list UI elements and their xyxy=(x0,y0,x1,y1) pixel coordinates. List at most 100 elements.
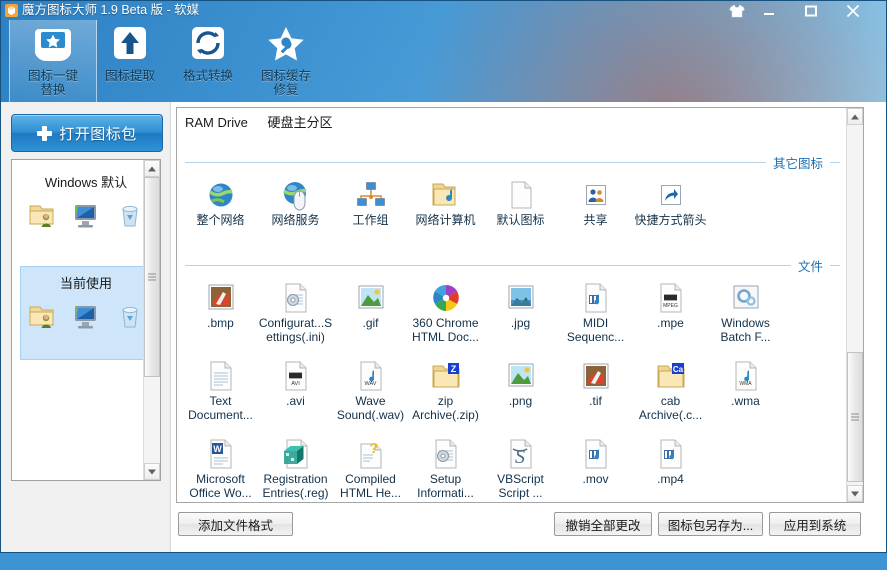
main-toolbar: 图标一键 替换 图标提取 格式转换 图标缓存 修复 xyxy=(1,20,886,102)
globe-icon xyxy=(183,177,258,213)
icon-cell-avi[interactable]: AVI .avi xyxy=(258,358,333,408)
section-files: 文件 .bmp Configurat...Settings(.ini) .gif… xyxy=(177,256,846,500)
icon-caption: .jpg xyxy=(510,316,531,330)
icon-cell-jpg[interactable]: .jpg xyxy=(483,280,558,330)
avi-file-icon: AVI xyxy=(258,358,333,394)
icon-cell-wav[interactable]: WAV Wave Sound(.wav) xyxy=(333,358,408,422)
toolbar-item-icon-cache-repair[interactable]: 图标缓存 修复 xyxy=(243,20,329,102)
list-item[interactable]: Windows 默认 xyxy=(20,166,152,244)
tshirt-icon[interactable] xyxy=(724,1,750,20)
icon-cell-vbs[interactable]: S VBScript Script ... xyxy=(483,436,558,500)
window-top-banner: 魔方图标大师 1.9 Beta 版 - 软媒 图标一键 替换 图标提取 格式转换… xyxy=(1,1,886,102)
icon-cell-network-service[interactable]: 网络服务 xyxy=(258,177,333,227)
undo-all-changes-button[interactable]: 撤销全部更改 xyxy=(554,512,652,536)
sidebar-scrollbar[interactable] xyxy=(143,160,160,480)
icon-caption: 网络服务 xyxy=(271,213,320,227)
scroll-up-arrow[interactable] xyxy=(847,108,863,125)
icon-caption: 网络计算机 xyxy=(415,213,476,227)
toolbar-item-label2: 替换 xyxy=(40,83,66,97)
icon-cell-entire-network[interactable]: 整个网络 xyxy=(183,177,258,227)
icon-cell-default-icon[interactable]: 默认图标 xyxy=(483,177,558,227)
icon-cell-mov[interactable]: .mov xyxy=(558,436,633,486)
icon-caption: .gif xyxy=(362,316,379,330)
toolbar-item-icon-replace[interactable]: 图标一键 替换 xyxy=(9,20,97,102)
icon-cell-shortcut-arrow[interactable]: 快捷方式箭头 xyxy=(633,177,708,227)
network-folder-icon xyxy=(408,177,483,213)
icon-caption: Wave Sound(.wav) xyxy=(336,394,405,422)
icon-cell-zip[interactable]: Z zip Archive(.zip) xyxy=(408,358,483,422)
svg-text:Z: Z xyxy=(450,364,456,374)
section-header: 文件 xyxy=(185,256,840,275)
scroll-down-arrow[interactable] xyxy=(144,463,160,480)
icon-cell-ini[interactable]: Configurat...Settings(.ini) xyxy=(258,280,333,344)
application-window: 魔方图标大师 1.9 Beta 版 - 软媒 图标一键 替换 图标提取 格式转换… xyxy=(0,0,887,553)
save-icon-pack-as-button[interactable]: 图标包另存为... xyxy=(658,512,763,536)
close-icon[interactable] xyxy=(840,1,866,20)
icon-cell-doc[interactable]: W Microsoft Office Wo... xyxy=(183,436,258,500)
open-icon-pack-button[interactable]: 打开图标包 xyxy=(11,114,163,152)
icon-caption: 共享 xyxy=(583,213,608,227)
icon-cell-mpe[interactable]: MPEG .mpe xyxy=(633,280,708,330)
inf-file-icon xyxy=(408,436,483,472)
chrome-pinwheel-icon xyxy=(408,280,483,316)
toolbar-item-format-convert[interactable]: 格式转换 xyxy=(165,20,251,102)
scroll-up-arrow[interactable] xyxy=(144,160,160,177)
icon-cell-share[interactable]: 共享 xyxy=(558,177,633,227)
toolbar-item-icon-extract[interactable]: 图标提取 xyxy=(87,20,173,102)
add-file-format-button[interactable]: 添加文件格式 xyxy=(178,512,293,536)
icon-cell-txt[interactable]: Text Document... xyxy=(183,358,258,422)
svg-text:?: ? xyxy=(369,440,378,457)
jpg-file-icon xyxy=(483,280,558,316)
icon-caption: Microsoft Office Wo... xyxy=(189,472,252,500)
scroll-down-arrow[interactable] xyxy=(847,485,863,502)
icon-cell-reg[interactable]: Registration Entries(.reg) xyxy=(258,436,333,500)
icon-cell-chm[interactable]: ? Compiled HTML He... xyxy=(333,436,408,500)
maximize-icon[interactable] xyxy=(798,1,824,20)
icon-cell-bmp[interactable]: .bmp xyxy=(183,280,258,330)
wav-file-icon: WAV xyxy=(333,358,408,394)
mp4-file-icon xyxy=(633,436,708,472)
workgroup-icon xyxy=(333,177,408,213)
content-scrollbar[interactable] xyxy=(846,108,863,502)
icon-cell-360chrome[interactable]: 360 Chrome HTML Doc... xyxy=(408,280,483,344)
ini-file-icon xyxy=(258,280,333,316)
svg-text:MPEG: MPEG xyxy=(663,303,678,309)
icon-cell-wma[interactable]: WMA .wma xyxy=(708,358,783,408)
icon-cell-cab[interactable]: Ca cab Archive(.c... xyxy=(633,358,708,422)
scrollbar-thumb[interactable] xyxy=(144,177,160,377)
toolbar-item-label2: 修复 xyxy=(273,83,299,97)
cab-folder-icon: Ca xyxy=(633,358,708,394)
zip-folder-icon: Z xyxy=(408,358,483,394)
apply-to-system-button[interactable]: 应用到系统 xyxy=(769,512,861,536)
png-file-icon xyxy=(483,358,558,394)
icon-row: 整个网络 网络服务 工作组 网络计算机 默认图标 共享 快捷方式箭头 xyxy=(177,177,846,227)
icon-cell-network-computer[interactable]: 网络计算机 xyxy=(408,177,483,227)
icon-cell-mp4[interactable]: .mp4 xyxy=(633,436,708,486)
toolbar-item-label: 格式转换 xyxy=(182,69,233,83)
icon-caption: Setup Informati... xyxy=(417,472,474,500)
icon-caption: 默认图标 xyxy=(496,213,545,227)
list-item-selected[interactable]: 当前使用 xyxy=(20,266,152,360)
icon-pack-list[interactable]: Windows 默认 当前使用 xyxy=(11,159,161,481)
minimize-icon[interactable] xyxy=(756,1,782,20)
share-users-icon xyxy=(558,177,633,213)
toolbar-item-label: 图标一键 xyxy=(27,69,78,83)
section-title: 文件 xyxy=(790,256,830,275)
icon-cell-png[interactable]: .png xyxy=(483,358,558,408)
icon-cell-workgroup[interactable]: 工作组 xyxy=(333,177,408,227)
icon-cell-midi[interactable]: MIDI Sequenc... xyxy=(558,280,633,344)
scrollbar-thumb[interactable] xyxy=(847,352,863,482)
icon-cell-gif[interactable]: .gif xyxy=(333,280,408,330)
text-file-icon xyxy=(183,358,258,394)
svg-text:WMA: WMA xyxy=(739,381,752,387)
svg-text:AVI: AVI xyxy=(291,381,300,387)
pack-preview-icons xyxy=(20,196,152,236)
icon-caption: cab Archive(.c... xyxy=(638,394,703,422)
scrollbar-grip xyxy=(148,273,156,281)
icon-cell-inf[interactable]: Setup Informati... xyxy=(408,436,483,500)
icon-cell-bat[interactable]: Windows Batch F... xyxy=(708,280,783,344)
icon-row: .bmp Configurat...Settings(.ini) .gif 36… xyxy=(177,280,846,344)
recycle-bin-icon xyxy=(115,301,145,334)
icon-cell-tif[interactable]: .tif xyxy=(558,358,633,408)
user-folder-icon xyxy=(27,200,57,233)
